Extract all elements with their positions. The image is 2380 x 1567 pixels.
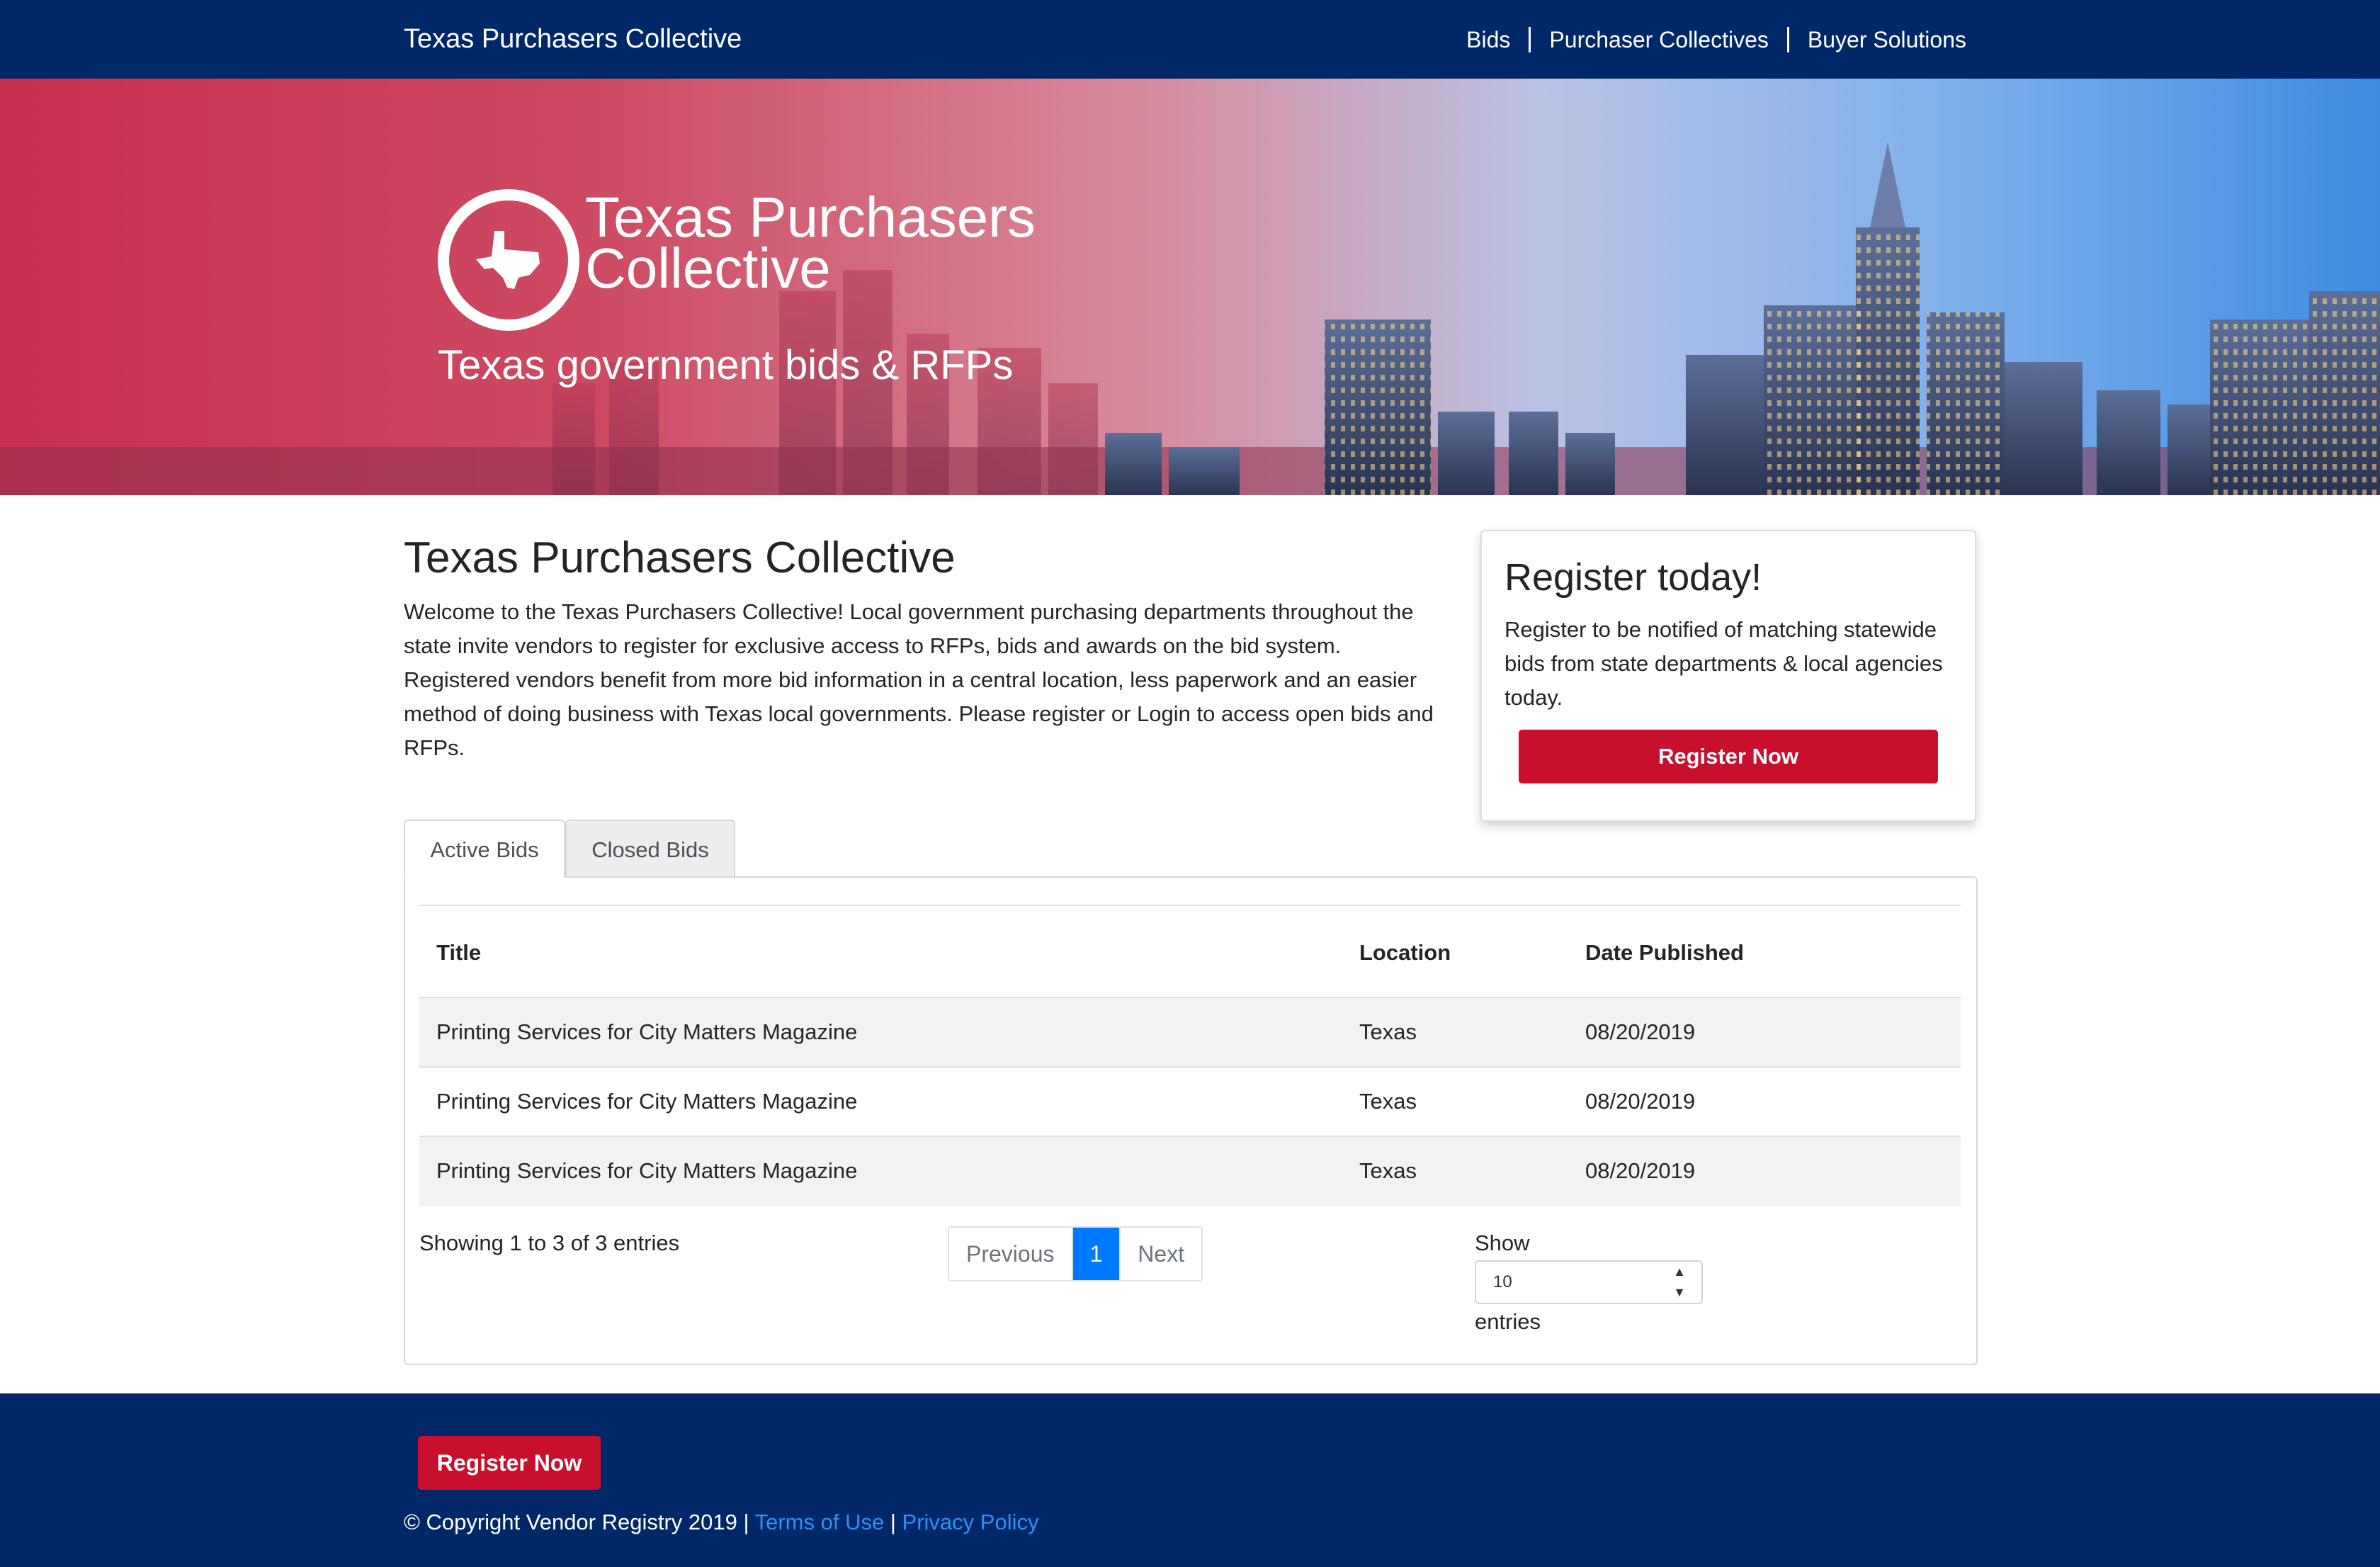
bid-date: 08/20/2019 (1585, 1089, 1696, 1114)
show-label: Show (1475, 1231, 1530, 1255)
bid-location: Texas (1359, 1019, 1417, 1044)
copyright-line: © Copyright Vendor Registry 2019 | Terms… (404, 1507, 1038, 1538)
bid-title[interactable]: Printing Services for City Matters Magaz… (436, 1157, 857, 1185)
tab-active-bids[interactable]: Active Bids (404, 820, 565, 878)
nav-divider (1529, 27, 1531, 52)
column-header-title[interactable]: Title (436, 939, 481, 967)
column-header-location[interactable]: Location (1359, 939, 1451, 967)
footer-divider: | (890, 1510, 896, 1534)
city-skyline-image (0, 142, 2380, 495)
bids-table-panel: Title Location Date Published Printing S… (404, 876, 1978, 1365)
navbar-brand[interactable]: Texas Purchasers Collective (404, 21, 742, 57)
privacy-policy-link[interactable]: Privacy Policy (902, 1510, 1039, 1534)
table-row[interactable]: Printing Services for City Matters Magaz… (419, 1137, 1961, 1206)
pagination-page-1[interactable]: 1 (1072, 1228, 1120, 1280)
bid-title[interactable]: Printing Services for City Matters Magaz… (436, 1018, 857, 1046)
pagination-next-button[interactable]: Next (1119, 1228, 1202, 1280)
table-header: Title Location Date Published (419, 906, 1961, 998)
select-arrows-icon: ▲ ▼ (1673, 1265, 1686, 1299)
bids-table: Title Location Date Published Printing S… (419, 905, 1961, 1206)
page-size-value: 10 (1493, 1272, 1512, 1291)
bid-location: Texas (1359, 1158, 1417, 1183)
hero-banner: Texas Purchasers Collective Texas govern… (0, 79, 2380, 495)
terms-of-use-link[interactable]: Terms of Use (755, 1510, 885, 1534)
intro-text: Welcome to the Texas Purchasers Collecti… (404, 599, 1434, 760)
footer: Register Now © Copyright Vendor Registry… (0, 1393, 2380, 1567)
page-title: Texas Purchasers Collective (404, 533, 956, 582)
table-row[interactable]: Printing Services for City Matters Magaz… (419, 998, 1961, 1068)
bid-date: 08/20/2019 (1585, 1019, 1696, 1044)
nav-links: Bids Purchaser Collectives Buyer Solutio… (1466, 24, 1966, 55)
hero-title: Texas Purchasers Collective (585, 186, 1036, 300)
hero-title-line-1: Texas Purchasers (585, 186, 1036, 249)
pagination: Previous 1 Next (948, 1226, 1203, 1282)
copyright-text: © Copyright Vendor Registry 2019 | (404, 1510, 749, 1534)
bid-date: 08/20/2019 (1585, 1158, 1696, 1183)
tab-closed-bids[interactable]: Closed Bids (565, 820, 735, 878)
nav-divider (1786, 27, 1789, 52)
nav-link-buyer-solutions[interactable]: Buyer Solutions (1808, 24, 1966, 55)
bid-location: Texas (1359, 1089, 1417, 1114)
entries-label: entries (1475, 1309, 1541, 1334)
entries-info: Showing 1 to 3 of 3 entries (419, 1231, 680, 1255)
register-now-button[interactable]: Register Now (1519, 730, 1938, 784)
pagination-previous-button[interactable]: Previous (949, 1228, 1073, 1280)
table-row[interactable]: Printing Services for City Matters Magaz… (419, 1068, 1961, 1137)
hero-subtitle: Texas government bids & RFPs (438, 342, 1014, 388)
column-header-date-published[interactable]: Date Published (1585, 939, 1744, 967)
page-size-select[interactable]: 10 ▲ ▼ (1475, 1260, 1703, 1304)
top-navbar: Texas Purchasers Collective Bids Purchas… (0, 0, 2380, 79)
footer-register-now-button[interactable]: Register Now (418, 1436, 601, 1490)
register-card: Register today! Register to be notified … (1480, 530, 1976, 822)
bid-title[interactable]: Printing Services for City Matters Magaz… (436, 1087, 857, 1116)
texas-state-icon (476, 231, 540, 289)
texas-logo-icon (438, 189, 579, 331)
nav-link-purchaser-collectives[interactable]: Purchaser Collectives (1549, 24, 1768, 55)
hero-title-line-2: Collective (585, 237, 831, 300)
register-card-text: Register to be notified of matching stat… (1504, 617, 1943, 710)
nav-link-bids[interactable]: Bids (1466, 24, 1510, 55)
register-card-title: Register today! (1504, 556, 1762, 599)
